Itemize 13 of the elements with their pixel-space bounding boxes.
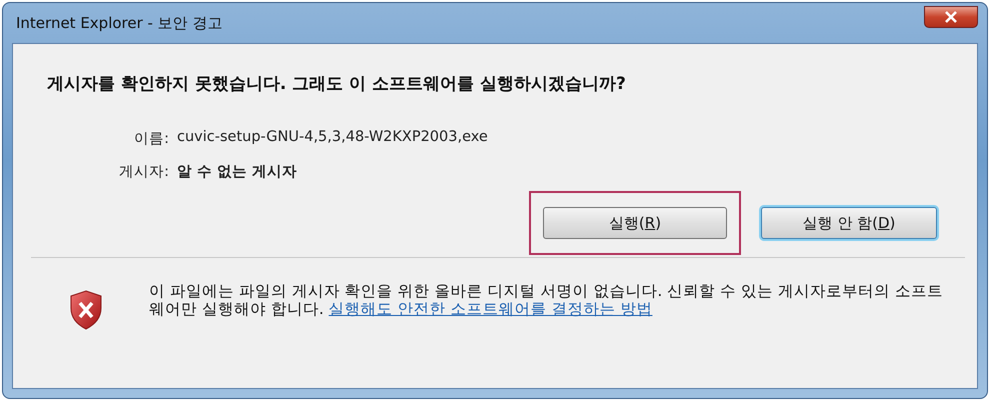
warning-message: 이 파일에는 파일의 게시자 확인을 위한 올바른 디지털 서명이 없습니다. 신뢰할 수 있는 게시자로부터의 소프트웨어만 실행해야 합니다. 실행해도 안전한 소프트웨어를 결정하는 방법 <box>149 282 944 318</box>
dialog-button[interactable]: 실행(R) <box>543 207 727 239</box>
field-label: 게시자: <box>118 163 169 181</box>
close-button[interactable] <box>924 6 978 28</box>
window-title: Internet Explorer - 보안 경고 <box>15 14 222 32</box>
dialog-heading: 게시자를 확인하지 못했습니다. 그래도 이 소프트웨어를 실행하시겠습니까? <box>46 73 627 95</box>
shield-error-icon <box>69 290 103 330</box>
dialog-button[interactable]: 실행 안 함(D) <box>761 207 937 239</box>
field-value: 알 수 없는 게시자 <box>177 163 298 181</box>
field-value: cuvic-setup-GNU-4,5,3,48-W2KXP2003,exe <box>177 129 488 147</box>
help-link[interactable]: 실행해도 안전한 소프트웨어를 결정하는 방법 <box>328 300 652 318</box>
close-icon <box>944 11 958 23</box>
field-label: 이름: <box>133 130 169 148</box>
